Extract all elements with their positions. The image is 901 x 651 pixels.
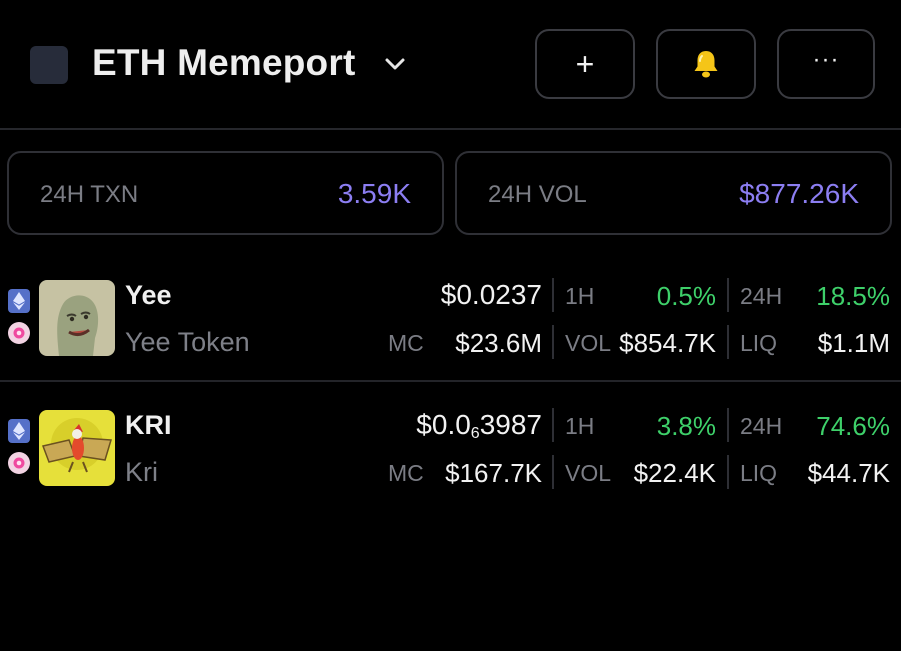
stat-label: 24H TXN: [40, 181, 139, 208]
uniswap-icon: [8, 322, 30, 344]
change-1h: 3.8%: [656, 411, 716, 441]
market-cap: $167.7K: [445, 458, 542, 488]
divider: [552, 325, 554, 359]
token-avatar: [39, 280, 115, 356]
change-1h: 0.5%: [656, 281, 716, 311]
label-liq: LIQ: [740, 330, 778, 356]
token-avatar: [39, 410, 115, 486]
token-price: $0.0237: [440, 279, 542, 310]
token-row[interactable]: Yee Yee Token $0.0237 1H 0.5% 24H 18.5% …: [0, 268, 901, 382]
divider: [552, 278, 554, 312]
price-zero-count: 6: [470, 425, 480, 442]
bell-icon: [694, 51, 718, 78]
divider: [727, 278, 729, 312]
token-price: $0.063987: [416, 409, 542, 443]
divider: [552, 408, 554, 442]
ethereum-icon: [8, 289, 30, 313]
divider: [727, 455, 729, 489]
liquidity: $44.7K: [807, 458, 890, 488]
token-symbol: Yee: [125, 280, 172, 310]
uniswap-icon: [8, 452, 30, 474]
label-mc: MC: [388, 330, 424, 356]
label-mc: MC: [388, 460, 424, 486]
header: ETH Memeport + ···: [0, 0, 901, 130]
volume: $22.4K: [633, 458, 716, 488]
label-24h: 24H: [740, 283, 783, 309]
chevron-down-icon[interactable]: [381, 50, 409, 78]
more-icon: ···: [812, 46, 840, 73]
token-row[interactable]: KRI Kri $0.063987 1H 3.8% 24H 74.6% MC $…: [0, 398, 901, 513]
more-options-button[interactable]: ···: [777, 29, 875, 99]
divider: [727, 408, 729, 442]
stat-card-24h-vol: 24H VOL $877.26K: [455, 151, 892, 235]
portfolio-color-swatch[interactable]: [30, 46, 68, 84]
stat-value: $877.26K: [739, 178, 859, 209]
label-vol: VOL: [565, 460, 612, 486]
market-cap: $23.6M: [455, 328, 542, 358]
change-24h: 18.5%: [816, 281, 890, 311]
stat-value: 3.59K: [337, 178, 411, 209]
portfolio-title[interactable]: ETH Memeport: [92, 42, 355, 84]
token-name: Kri: [125, 457, 158, 487]
token-name: Yee Token: [125, 327, 250, 357]
liquidity: $1.1M: [817, 328, 890, 358]
label-1h: 1H: [565, 413, 595, 439]
volume: $854.7K: [619, 328, 716, 358]
label-1h: 1H: [565, 283, 595, 309]
divider: [727, 325, 729, 359]
alerts-button[interactable]: [656, 29, 756, 99]
stat-card-24h-txn: 24H TXN 3.59K: [7, 151, 444, 235]
label-24h: 24H: [740, 413, 783, 439]
add-button[interactable]: +: [535, 29, 635, 99]
label-liq: LIQ: [740, 460, 778, 486]
plus-icon: +: [575, 46, 595, 82]
token-symbol: KRI: [125, 410, 172, 440]
stat-label: 24H VOL: [488, 181, 587, 208]
change-24h: 74.6%: [816, 411, 890, 441]
divider: [552, 455, 554, 489]
price-digits: 3987: [479, 409, 542, 440]
ethereum-icon: [8, 419, 30, 443]
price-prefix: $0.0: [416, 409, 471, 440]
label-vol: VOL: [565, 330, 612, 356]
